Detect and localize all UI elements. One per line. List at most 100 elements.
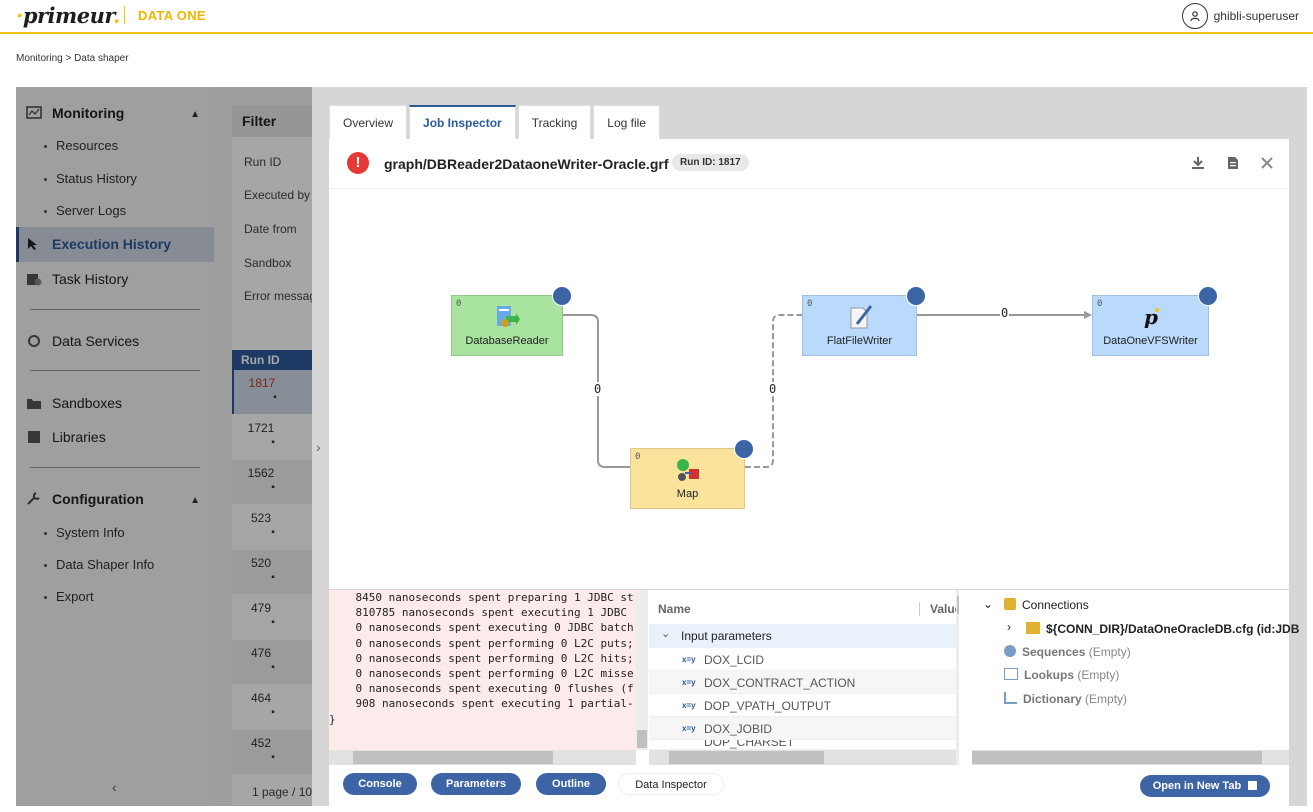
param-row[interactable]: x=y DOX_CONTRACT_ACTION	[649, 671, 956, 694]
console-line: 0 nanoseconds spent executing 0 flushes …	[329, 682, 634, 696]
breadcrumb: Monitoring > Data shaper	[16, 53, 129, 64]
edge-record-count: 0	[593, 382, 603, 396]
outline-connection-item[interactable]: ${CONN_DIR}/DataOneOracleDB.cfg (id:JDB	[1026, 622, 1299, 636]
modal-overlay[interactable]	[16, 87, 312, 806]
node-map[interactable]: 0 Map	[630, 439, 754, 509]
outline-sequences[interactable]: Sequences (Empty)	[1004, 645, 1131, 659]
edge-record-count: 0	[1000, 306, 1010, 320]
user-name: ghibli-superuser	[1213, 9, 1299, 23]
outline-button[interactable]: Outline	[536, 773, 606, 795]
open-new-tab-label: Open in New Tab	[1152, 780, 1242, 792]
tab-log-file[interactable]: Log file	[593, 105, 660, 139]
close-icon[interactable]	[1261, 156, 1273, 173]
graph-title: graph/DBReader2DataoneWriter-Oracle.grf	[384, 156, 669, 172]
logo-divider	[124, 6, 125, 24]
tab-overview[interactable]: Overview	[329, 105, 408, 139]
variable-icon: x=y	[682, 678, 696, 687]
outline-horizontal-scrollbar[interactable]	[972, 750, 1289, 765]
node-port-count: 0	[1097, 299, 1103, 309]
variable-icon: x=y	[682, 655, 696, 664]
node-flat-file-writer[interactable]: 0 FlatFileWriter	[802, 286, 926, 356]
sequences-label: Sequences	[1022, 645, 1086, 659]
console-line: 8450 nanoseconds spent preparing 1 JDBC …	[329, 591, 634, 604]
parameters-button[interactable]: Parameters	[431, 773, 521, 795]
dictionary-icon	[1004, 692, 1017, 704]
node-status-indicator	[1198, 286, 1218, 306]
group-label: Input parameters	[681, 629, 772, 643]
tab-tracking[interactable]: Tracking	[517, 105, 592, 139]
outline-lookups[interactable]: Lookups (Empty)	[1004, 668, 1119, 682]
parameters-horizontal-scrollbar[interactable]	[649, 750, 956, 765]
empty-indicator: (Empty)	[1077, 668, 1120, 682]
input-parameters-group[interactable]: ⌄ Input parameters	[649, 624, 956, 648]
value-column-header[interactable]: Value	[919, 602, 961, 616]
console-line: 0 nanoseconds spent executing 0 JDBC bat…	[329, 621, 634, 635]
console-button[interactable]: Console	[343, 773, 417, 795]
chevron-down-icon[interactable]: ⌄	[983, 597, 993, 611]
chevron-right-icon[interactable]: ›	[1007, 620, 1011, 634]
graph-title-bar: ! graph/DBReader2DataoneWriter-Oracle.gr…	[329, 139, 1289, 189]
map-icon	[675, 457, 701, 483]
console-horizontal-scrollbar[interactable]	[329, 750, 636, 765]
param-row[interactable]: x=y DOX_LCID	[649, 648, 956, 671]
primeur-logo[interactable]: ·primeur.	[16, 3, 120, 28]
database-reader-icon	[494, 304, 520, 330]
console-vertical-scrollbar[interactable]	[636, 590, 648, 750]
bottom-panels: 8450 nanoseconds spent preparing 1 JDBC …	[329, 590, 1299, 765]
outline-panel: ⌄ Connections › ${CONN_DIR}/DataOneOracl…	[972, 590, 1299, 765]
node-port-count: 0	[456, 299, 462, 309]
param-name: DOX_LCID	[704, 653, 765, 667]
app-header: ·primeur. DATA ONE ghibli-superuser	[0, 0, 1313, 34]
lookups-label: Lookups	[1024, 668, 1074, 682]
outline-divider	[959, 590, 969, 765]
node-label: Map	[676, 488, 699, 500]
console-line: }	[329, 712, 336, 726]
title-actions	[1191, 156, 1273, 173]
dictionary-label: Dictionary	[1023, 692, 1082, 706]
node-database-reader[interactable]: 0 DatabaseReader	[451, 286, 572, 356]
connections-label: Connections	[1022, 598, 1089, 612]
param-row[interactable]: x=y DOP_VPATH_OUTPUT	[649, 694, 956, 717]
empty-indicator: (Empty)	[1088, 645, 1131, 659]
console-line: 908 nanoseconds spent executing 1 partia…	[329, 697, 634, 711]
tab-job-inspector[interactable]: Job Inspector	[409, 105, 516, 139]
error-icon: !	[347, 152, 369, 174]
connections-icon	[1004, 598, 1016, 610]
outline-dictionary[interactable]: Dictionary (Empty)	[1004, 692, 1127, 706]
graph-canvas[interactable]: 0 0 0 0 DatabaseReader 0 Map 0 FlatFileW…	[329, 190, 1289, 589]
connection-item-label: ${CONN_DIR}/DataOneOracleDB.cfg (id:JDB	[1046, 622, 1300, 636]
console-line: 0 nanoseconds spent performing 0 L2C hit…	[329, 651, 634, 665]
bottom-toolbar: Console Parameters Outline Data Inspecto…	[329, 765, 1289, 806]
node-dataone-vfs-writer[interactable]: 0 p DataOneVFSWriter	[1092, 286, 1218, 356]
node-label: DatabaseReader	[465, 335, 549, 347]
console-line: 0 nanoseconds spent performing 0 L2C mis…	[329, 666, 634, 680]
detail-tabs: Overview Job Inspector Tracking Log file	[329, 105, 660, 139]
parameters-panel: Name Value ⌄ Input parameters x=y DOX_LCI…	[649, 590, 961, 765]
document-icon[interactable]	[1227, 156, 1239, 173]
data-inspector-button[interactable]: Data Inspector	[618, 773, 724, 795]
node-label: DataOneVFSWriter	[1103, 335, 1198, 347]
run-id-badge: Run ID: 1817	[672, 154, 749, 171]
user-menu[interactable]: ghibli-superuser	[1181, 3, 1299, 29]
variable-icon: x=y	[682, 701, 696, 710]
flat-file-writer-icon	[847, 304, 873, 330]
outline-connections[interactable]: Connections	[1004, 598, 1089, 612]
node-status-indicator	[906, 286, 926, 306]
open-new-tab-button[interactable]: Open in New Tab	[1140, 775, 1270, 797]
db-connection-icon	[1026, 622, 1040, 634]
param-name: DOX_JOBID	[704, 722, 773, 736]
param-name: DOP_CHARSET	[704, 740, 795, 749]
download-icon[interactable]	[1191, 156, 1205, 173]
chevron-right-icon[interactable]: ›	[316, 439, 321, 455]
sequences-icon	[1004, 645, 1016, 657]
console-line: 0 nanoseconds spent performing 0 L2C put…	[329, 636, 634, 650]
graph-edges	[563, 311, 1092, 468]
name-column-header[interactable]: Name	[658, 602, 691, 616]
param-row[interactable]: x=y DOX_JOBID	[649, 717, 956, 740]
parameters-header: Name Value	[649, 598, 961, 620]
edge-record-count: 0	[768, 382, 778, 396]
console-output[interactable]: 8450 nanoseconds spent preparing 1 JDBC …	[329, 590, 636, 750]
node-label: FlatFileWriter	[826, 335, 893, 347]
param-row[interactable]: DOP_CHARSET	[649, 740, 956, 750]
job-inspector-content: ! graph/DBReader2DataoneWriter-Oracle.gr…	[329, 139, 1289, 589]
